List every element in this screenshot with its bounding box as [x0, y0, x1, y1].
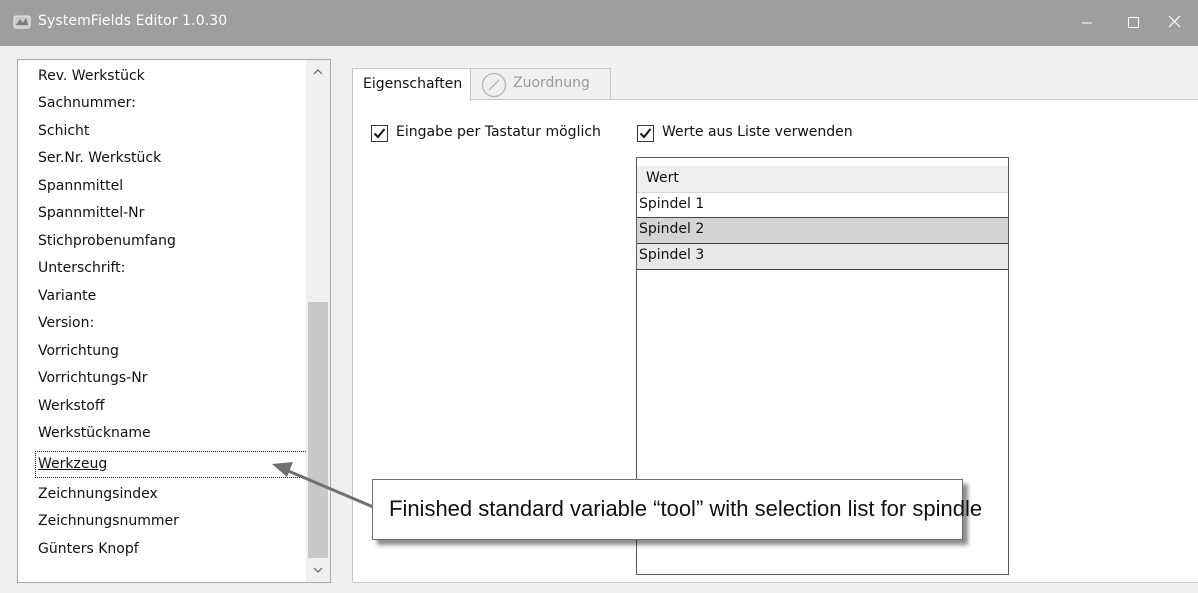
- cell-value: Spindel 1: [639, 196, 705, 212]
- checkbox-box[interactable]: [637, 125, 654, 142]
- list-item[interactable]: Spannmittel: [38, 173, 123, 200]
- list-item[interactable]: Sachnummer:: [38, 90, 136, 117]
- use-list-values-label: Werte aus Liste verwenden: [662, 124, 853, 140]
- tab-assignment-label: Zuordnung: [513, 75, 590, 91]
- list-item[interactable]: Zeichnungsindex: [38, 481, 158, 508]
- list-item[interactable]: Rev. Werkstück: [38, 63, 145, 90]
- list-item[interactable]: Vorrichtung: [38, 338, 119, 365]
- list-item[interactable]: Zeichnungsnummer: [38, 508, 179, 535]
- cell-value: Spindel 2: [639, 221, 705, 237]
- checkbox-box[interactable]: [371, 125, 388, 142]
- tab-assignment[interactable]: Zuordnung: [470, 68, 611, 99]
- system-field-list[interactable]: Rev. Werkstück Sachnummer: Schicht Ser.N…: [17, 59, 331, 583]
- list-item[interactable]: Unterschrift:: [38, 255, 125, 282]
- minimize-icon: [1082, 22, 1092, 24]
- column-header-label: Wert: [646, 170, 679, 186]
- scroll-down-button[interactable]: [306, 558, 330, 582]
- scroll-up-button[interactable]: [306, 60, 330, 84]
- list-item[interactable]: Schicht: [38, 118, 89, 145]
- column-header-value[interactable]: Wert: [637, 166, 1008, 192]
- table-row[interactable]: Spindel 3: [637, 244, 1008, 270]
- maximize-button[interactable]: [1110, 0, 1156, 46]
- checkmark-icon: [373, 128, 386, 139]
- close-icon: [1168, 15, 1181, 28]
- maximize-icon: [1128, 17, 1139, 28]
- table-row[interactable]: Spindel 1: [637, 192, 1008, 218]
- list-item[interactable]: Variante: [38, 283, 96, 310]
- close-button[interactable]: [1152, 0, 1198, 46]
- chevron-down-icon: [313, 567, 323, 573]
- vertical-scrollbar[interactable]: [306, 60, 330, 582]
- tab-properties-label: Eigenschaften: [363, 76, 463, 92]
- list-item[interactable]: Günters Knopf: [38, 536, 139, 563]
- list-item[interactable]: Spannmittel-Nr: [38, 200, 144, 227]
- annotation-callout: Finished standard variable “tool” with s…: [372, 479, 982, 540]
- checkmark-icon: [639, 128, 652, 139]
- list-item[interactable]: Ser.Nr. Werkstück: [38, 145, 161, 172]
- app-icon: [13, 15, 31, 29]
- list-item[interactable]: Version:: [38, 310, 94, 337]
- edit-circle-icon: [481, 72, 507, 98]
- field-list-items: Rev. Werkstück Sachnummer: Schicht Ser.N…: [18, 60, 306, 582]
- table-row-selected[interactable]: Spindel 2: [637, 218, 1008, 244]
- list-item[interactable]: Vorrichtungs-Nr: [38, 365, 147, 392]
- list-item[interactable]: Stichprobenumfang: [38, 228, 176, 255]
- annotation-text: Finished standard variable “tool” with s…: [389, 496, 983, 521]
- minimize-button[interactable]: [1064, 0, 1110, 46]
- cell-value: Spindel 3: [639, 247, 705, 263]
- list-item[interactable]: Werkstoff: [38, 393, 105, 420]
- keyboard-input-label: Eingabe per Tastatur möglich: [396, 124, 601, 140]
- title-bar[interactable]: SystemFields Editor 1.0.30: [0, 0, 1198, 46]
- list-item[interactable]: Werkstückname: [38, 420, 151, 447]
- window-title: SystemFields Editor 1.0.30: [38, 13, 228, 29]
- list-item-selected[interactable]: Werkzeug: [35, 451, 306, 478]
- tab-properties[interactable]: Eigenschaften: [352, 68, 471, 101]
- scrollbar-thumb[interactable]: [308, 302, 328, 558]
- chevron-up-icon: [313, 69, 323, 75]
